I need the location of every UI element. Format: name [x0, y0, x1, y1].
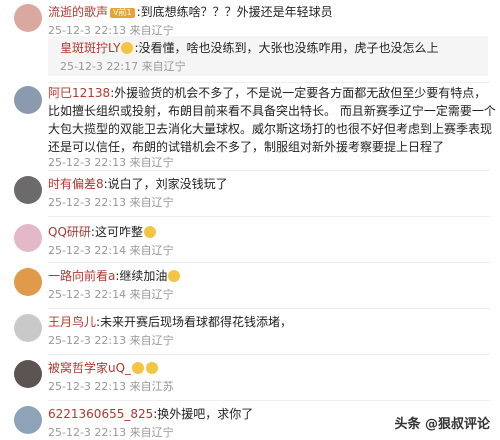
reply-location: 来自辽宁 — [141, 60, 186, 73]
comment-author[interactable]: 王月鸟儿 — [48, 315, 96, 329]
comment-location: 来自辽宁 — [129, 426, 174, 439]
comment-item: 流逝的歌声 V前1:到底想练啥？？？外援还是年轻球员 25-12-3 22:13 … — [0, 0, 500, 82]
avatar[interactable] — [14, 86, 42, 114]
comment-author[interactable]: 一路向前看a — [48, 269, 115, 283]
reply-author[interactable]: 皇斑斑拧LY — [60, 41, 120, 55]
comment-meta: 25-12-3 22:13 来自辽宁 — [48, 154, 174, 170]
emoji-icon — [146, 362, 159, 374]
comment-author[interactable]: 时有偏差8 — [48, 177, 104, 191]
reply-box: 皇斑斑拧LY :没看懂，啥也没练到，大张也没练咋用，虎子也没怎么上 25-12-3… — [48, 36, 488, 76]
avatar[interactable] — [14, 4, 42, 32]
divider — [48, 354, 490, 355]
comment-author[interactable]: QQ研研 — [48, 225, 91, 239]
divider — [48, 216, 490, 217]
comment-text: :换外援吧，求你了 — [153, 407, 254, 421]
comment-date: 25-12-3 22:14 — [48, 288, 127, 301]
comment-meta: 25-12-3 22:14 来自辽宁 — [48, 242, 174, 258]
comment-author[interactable]: 阿巳12138 — [48, 86, 110, 100]
comment-date: 25-12-3 22:13 — [48, 380, 127, 393]
comment-meta: 25-12-3 22:13 来自辽宁 — [48, 424, 174, 440]
comment-item: 被窝哲学家uQ_ 25-12-3 22:13 来自江苏 — [0, 358, 500, 398]
comment-item: 时有偏差8:说白了，刘家没钱玩了 25-12-3 22:13 来自辽宁 — [0, 174, 500, 214]
comment-text: :这可咋整 — [90, 225, 143, 239]
avatar[interactable] — [14, 268, 42, 296]
comment-text: :到底想练啥？？？外援还是年轻球员 — [136, 5, 333, 19]
comment-text: :未来开赛后现场看球都得花钱添堵， — [96, 315, 293, 329]
avatar[interactable] — [14, 406, 42, 434]
comment-item: QQ研研:这可咋整 25-12-3 22:14 来自辽宁 — [0, 220, 500, 260]
comment-location: 来自辽宁 — [129, 244, 174, 257]
comment-item: 阿巳12138:外援验货的机会不多了，不是说一定要各方面都无敌但至少要有特点，比… — [0, 84, 500, 170]
comment-location: 来自江苏 — [129, 380, 174, 393]
comment-item: 王月鸟儿:未来开赛后现场看球都得花钱添堵， 25-12-3 22:13 来自辽宁 — [0, 312, 500, 352]
divider — [48, 400, 490, 401]
comment-date: 25-12-3 22:13 — [48, 334, 127, 347]
comment-meta: 25-12-3 22:13 来自江苏 — [48, 378, 174, 394]
divider — [48, 82, 490, 83]
emoji-icon — [143, 226, 156, 238]
comment-meta: 25-12-3 22:13 来自辽宁 — [48, 194, 174, 210]
comment-date: 25-12-3 22:13 — [48, 426, 127, 439]
comment-text: :说白了，刘家没钱玩了 — [103, 177, 228, 191]
divider — [48, 262, 490, 263]
user-badge: V前1 — [110, 8, 135, 18]
emoji-icon — [168, 270, 181, 282]
divider — [48, 308, 490, 309]
reply-date: 25-12-3 22:17 — [60, 60, 139, 73]
avatar[interactable] — [14, 314, 42, 342]
reply-meta: 25-12-3 22:17 来自辽宁 — [60, 58, 186, 74]
comment-location: 来自辽宁 — [129, 196, 174, 209]
comment-meta: 25-12-3 22:14 来自辽宁 — [48, 286, 174, 302]
comment-date: 25-12-3 22:13 — [48, 156, 127, 169]
emoji-icon — [121, 42, 134, 54]
comment-location: 来自辽宁 — [129, 156, 174, 169]
reply-text: :没看懂，啥也没练到，大张也没练咋用，虎子也没怎么上 — [134, 41, 439, 55]
comment-author[interactable]: 6221360655_825 — [48, 407, 153, 421]
avatar[interactable] — [14, 360, 42, 388]
comment-author[interactable]: 被窝哲学家uQ_ — [48, 361, 131, 375]
comment-date: 25-12-3 22:13 — [48, 196, 127, 209]
comment-location: 来自辽宁 — [129, 334, 174, 347]
comment-date: 25-12-3 22:14 — [48, 244, 127, 257]
watermark: 头条 @狠叔评论 — [394, 417, 490, 432]
comment-meta: 25-12-3 22:13 来自辽宁 — [48, 332, 174, 348]
divider — [48, 170, 490, 171]
comment-text: :外援验货的机会不多了，不是说一定要各方面都无敌但至少要有特点，比如擅长组织或投… — [48, 86, 496, 154]
comment-item: 一路向前看a:继续加油 25-12-3 22:14 来自辽宁 — [0, 266, 500, 306]
avatar[interactable] — [14, 176, 42, 204]
emoji-icon — [132, 362, 145, 374]
comment-author[interactable]: 流逝的歌声 — [48, 5, 108, 19]
avatar[interactable] — [14, 224, 42, 252]
comment-text: :继续加油 — [115, 269, 168, 283]
comment-location: 来自辽宁 — [129, 288, 174, 301]
